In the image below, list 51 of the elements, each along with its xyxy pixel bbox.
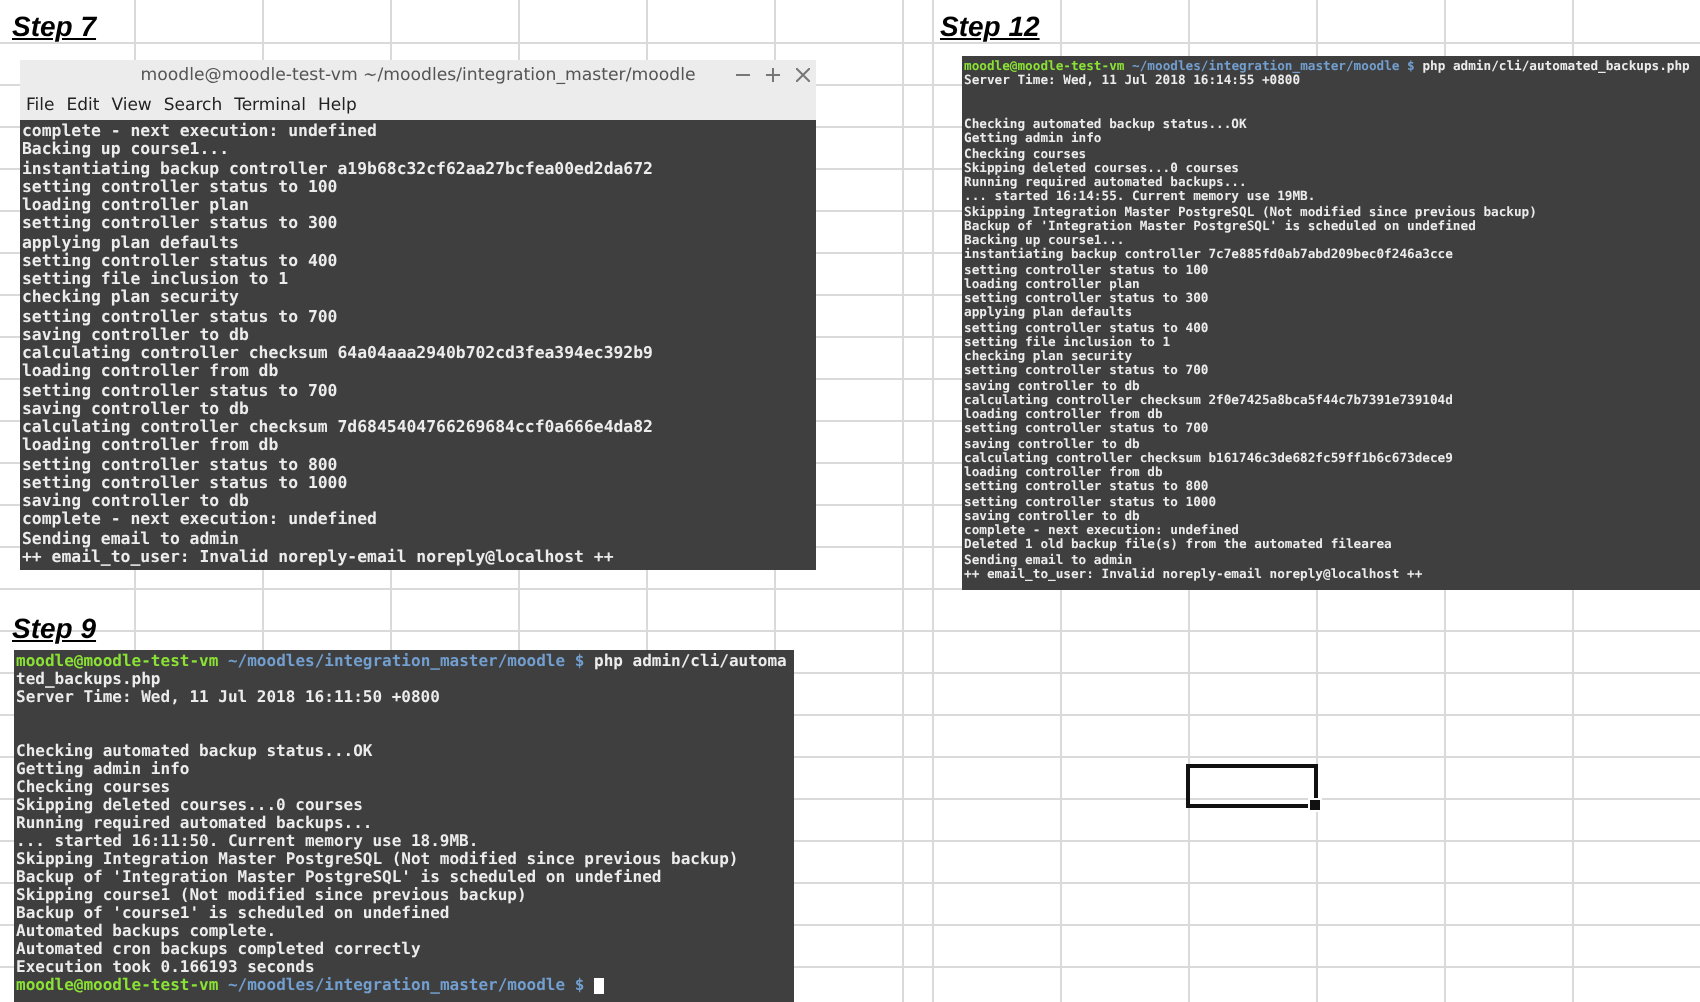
terminal-line: ted_backups.php (16, 670, 163, 688)
menu-item[interactable]: View (111, 95, 152, 115)
menu-item[interactable]: Search (163, 95, 223, 115)
terminal-line: complete - next execution: undefined (22, 122, 379, 140)
step-heading: Step 7 (12, 10, 97, 42)
terminal-line: saving controller to db (22, 492, 249, 511)
terminal-line: Sending email to admin (22, 529, 241, 548)
terminal-line: setting controller status to 400 (22, 251, 340, 270)
step-heading: Step 12 (940, 10, 1040, 42)
terminal-line: complete - next execution: undefined (22, 510, 379, 529)
terminal-line: Automated backups complete. (16, 922, 279, 940)
terminal-line: Execution took 0.166193 seconds (16, 958, 317, 976)
terminal-line: setting controller status to 100 (22, 177, 340, 196)
menu-item[interactable]: Terminal (234, 95, 306, 115)
terminal-line: Skipping Integration Master PostgreSQL (Not modified since previous backup) (16, 850, 741, 868)
terminal-line: Backup of 'course1' is scheduled on undefined (16, 904, 452, 922)
step-heading: Step 9 (12, 612, 97, 644)
terminal-line: Checking courses (16, 778, 173, 796)
terminal-line: saving controller to db (22, 325, 251, 344)
terminal-line: setting controller status to 1000 (22, 473, 350, 492)
terminal-line: loading controller plan (22, 196, 251, 214)
terminal-line: Skipping course1 (Not modified since previous backup) (16, 886, 529, 904)
menu-item[interactable]: Help (318, 95, 357, 115)
terminal-line: setting controller status to 800 (22, 455, 340, 474)
terminal-line: Checking automated backup status...OK (16, 742, 375, 760)
terminal-line: Automated cron backups completed correctly (16, 940, 423, 958)
terminal-line: saving controller to db (22, 399, 251, 418)
window-title: moodle@moodle-test-vm ~/moodles/integration_master/moodle (140, 65, 696, 85)
terminal-line: ++ email_to_user: Invalid noreply-email noreply@localhost ++ (22, 547, 616, 566)
terminal-line: loading controller from db (22, 436, 281, 455)
terminal-line: calculating controller checksum 7d6845404766269684ccf0a666e4da82 (22, 418, 655, 436)
prompt-line: moodle@moodle-test-vm ~/moodles/integration_master/moodle $ php admin/cli/automa (16, 652, 789, 670)
terminal-line: ... started 16:11:50. Current memory use 18.9MB. (16, 832, 481, 850)
terminal-line: calculating controller checksum 64a04aaa2940b702cd3fea394ec392b9 (22, 344, 655, 362)
terminal-line: Running required automated backups... (16, 814, 375, 832)
terminal-line: setting controller status to 700 (22, 307, 340, 326)
terminal-line: setting file inclusion to 1 (22, 270, 291, 288)
terminal-line: checking plan security (22, 288, 241, 307)
terminal-line: setting controller status to 300 (22, 214, 340, 233)
terminal-line: instantiating backup controller a19b68c32cf62aa27bcfea00ed2da672 (22, 159, 655, 178)
menu-item[interactable]: File (26, 95, 55, 115)
terminal-line: loading controller from db (22, 362, 281, 381)
terminal-line: applying plan defaults (22, 233, 241, 252)
menu-item[interactable]: Edit (66, 95, 100, 115)
terminal-line: Getting admin info (16, 760, 192, 778)
terminal-line: Backup of 'Integration Master PostgreSQL' is scheduled on undefined (16, 868, 664, 886)
terminal-line: Skipping deleted courses...0 courses (16, 796, 365, 814)
terminal-line: Server Time: Wed, 11 Jul 2018 16:11:50 +0800 (16, 688, 442, 706)
terminal-line: Backing up course1... (22, 140, 232, 159)
terminal-line: setting controller status to 700 (22, 381, 340, 400)
prompt-line: moodle@moodle-test-vm ~/moodles/integration_master/moodle $ (16, 976, 794, 994)
